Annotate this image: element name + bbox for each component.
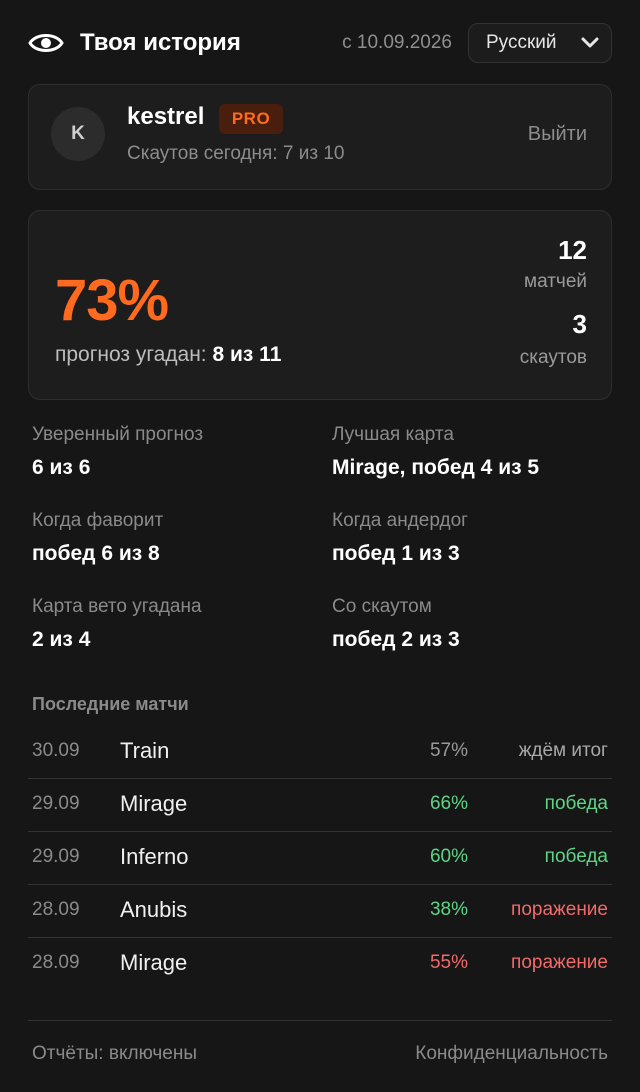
chevron-down-icon	[581, 37, 599, 48]
match-percent: 38%	[429, 899, 468, 920]
match-percent: 55%	[429, 952, 468, 973]
header: Твоя история с 10.09.2026 Русский	[28, 22, 612, 64]
scouts-count: 3	[572, 309, 587, 339]
match-map: Anubis	[120, 897, 188, 922]
accuracy-percent: 73%	[55, 268, 169, 333]
user-card: K kestrel PRO Скаутов сегодня: 7 из 10 В…	[28, 84, 612, 190]
match-result: ждём итог	[518, 740, 608, 761]
language-select-value: Русский	[486, 32, 557, 53]
match-date: 30.09	[32, 740, 80, 761]
metric-favorite: Когда фаворит побед 6 из 8	[32, 510, 322, 566]
metric-label: Когда андердог	[332, 510, 469, 531]
matches-label: матчей	[524, 271, 587, 292]
match-result: победа	[544, 846, 608, 867]
metric-label: Когда фаворит	[32, 510, 164, 531]
summary-card: 73% прогноз угадан: 8 из 11 12 матчей 3 …	[28, 210, 612, 400]
history-since-date: с 10.09.2026	[342, 32, 452, 53]
metric-value: побед 6 из 8	[32, 542, 160, 565]
match-result: поражение	[511, 952, 608, 973]
metric-value: побед 1 из 3	[332, 542, 460, 565]
match-percent: 60%	[429, 846, 468, 867]
match-date: 29.09	[32, 846, 80, 867]
recent-matches-list: 30.09 Train 57% ждём итог 29.09 Mirage 6…	[28, 726, 612, 990]
privacy-link[interactable]: Конфиденциальность	[415, 1043, 608, 1065]
avatar: K	[51, 107, 105, 161]
match-percent: 57%	[429, 740, 468, 761]
metric-value: 2 из 4	[32, 628, 91, 651]
metric-label: Со скаутом	[332, 596, 432, 617]
username: kestrel	[127, 103, 205, 130]
recent-matches-title: Последние матчи	[32, 694, 189, 714]
logout-button[interactable]: Выйти	[528, 123, 587, 146]
match-map: Train	[120, 738, 170, 763]
match-map: Inferno	[120, 844, 189, 869]
eye-icon	[28, 34, 64, 52]
guess-summary: прогноз угадан: 8 из 11	[55, 343, 281, 367]
scout-quota: Скаутов сегодня: 7 из 10	[127, 143, 345, 164]
match-row[interactable]: 29.09 Inferno 60% победа	[28, 832, 612, 885]
guess-value: 8 из 11	[212, 343, 282, 366]
metric-label: Карта вето угадана	[32, 596, 202, 617]
scouts-label: скаутов	[519, 347, 587, 368]
match-row[interactable]: 28.09 Mirage 55% поражение	[28, 938, 612, 990]
footer: Отчёты: включены Конфиденциальность	[28, 1020, 612, 1081]
match-row[interactable]: 29.09 Mirage 66% победа	[28, 779, 612, 832]
metric-veto: Карта вето угадана 2 из 4	[32, 596, 322, 652]
match-result: победа	[544, 793, 608, 814]
metric-value: побед 2 из 3	[332, 628, 460, 651]
metric-label: Уверенный прогноз	[32, 424, 204, 445]
match-map: Mirage	[120, 791, 188, 816]
metric-with-scout: Со скаутом побед 2 из 3	[332, 596, 622, 652]
metric-value: Mirage, побед 4 из 5	[332, 456, 540, 479]
metric-confident: Уверенный прогноз 6 из 6	[32, 424, 322, 480]
match-row[interactable]: 30.09 Train 57% ждём итог	[28, 726, 612, 779]
matches-count: 12	[558, 235, 587, 265]
language-select[interactable]: Русский	[468, 23, 612, 63]
pro-badge: PRO	[219, 104, 283, 134]
metric-best-map: Лучшая карта Mirage, побед 4 из 5	[332, 424, 622, 480]
match-row[interactable]: 28.09 Anubis 38% поражение	[28, 885, 612, 938]
match-percent: 66%	[429, 793, 468, 814]
reports-status-link[interactable]: Отчёты: включены	[32, 1043, 197, 1065]
match-date: 28.09	[32, 899, 80, 920]
metric-value: 6 из 6	[32, 456, 91, 479]
guess-label: прогноз угадан:	[55, 343, 207, 366]
metric-label: Лучшая карта	[332, 424, 454, 445]
match-date: 28.09	[32, 952, 80, 973]
metric-underdog: Когда андердог побед 1 из 3	[332, 510, 622, 566]
match-date: 29.09	[32, 793, 80, 814]
page-title: Твоя история	[80, 29, 241, 56]
match-map: Mirage	[120, 950, 188, 975]
match-result: поражение	[511, 899, 608, 920]
